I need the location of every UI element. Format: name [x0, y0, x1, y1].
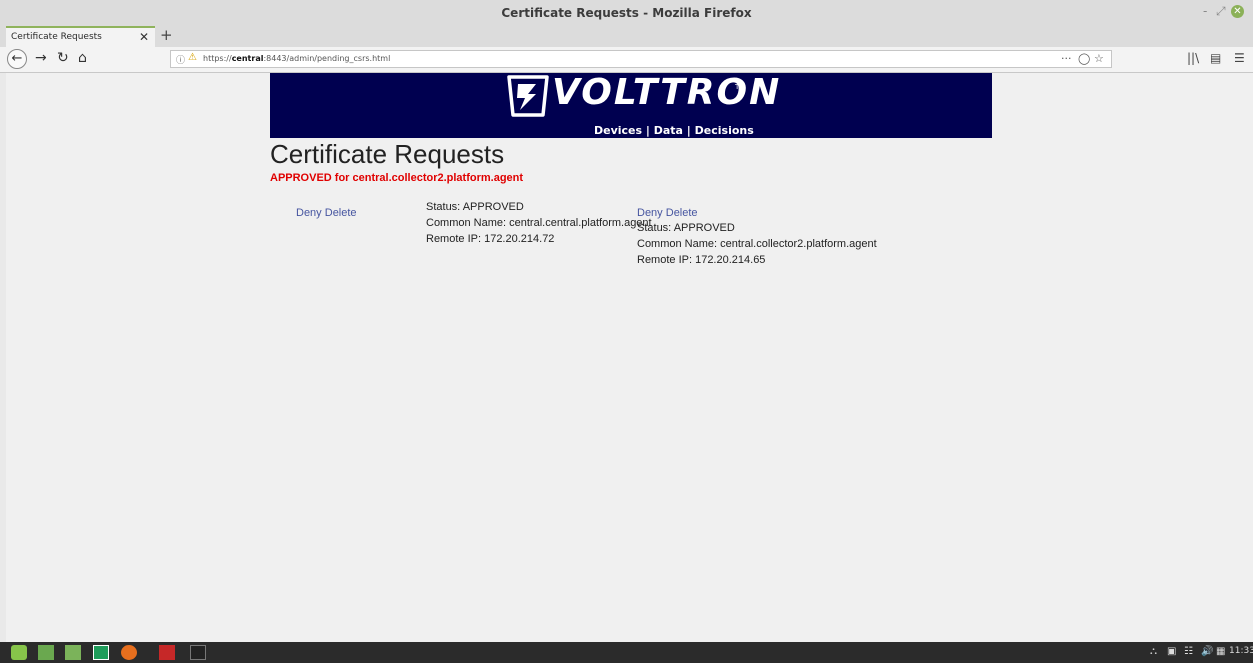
volttron-logo-text: VOLTTRON: [552, 72, 782, 113]
shield-icon[interactable]: ⛬: [1150, 646, 1157, 657]
clock[interactable]: 11:33: [1229, 646, 1253, 656]
window-title: Certificate Requests - Mozilla Firefox: [501, 6, 752, 20]
firefox-icon[interactable]: [121, 645, 137, 660]
tab-label: Certificate Requests: [11, 32, 102, 42]
deny-link[interactable]: Deny: [637, 207, 663, 219]
page-content: VOLTTRON TM Devices | Data | Decisions C…: [6, 72, 1253, 642]
taskbar: ⛬ ▣ ☷ 🔊 ▦ 11:33: [0, 642, 1253, 663]
volume-icon[interactable]: 🔊: [1201, 646, 1213, 657]
mint-menu-icon[interactable]: [11, 645, 27, 660]
maximize-button[interactable]: ⤢: [1216, 4, 1226, 19]
navigation-bar: ← → ↻ ⌂ ⓘ ⚠ https://central:8443/admin/p…: [0, 47, 1253, 73]
volttron-banner: VOLTTRON TM Devices | Data | Decisions: [270, 72, 992, 138]
delete-link[interactable]: Delete: [666, 207, 698, 219]
request-1-info: Status: APPROVED Common Name: central.ce…: [426, 199, 652, 247]
files-icon[interactable]: [65, 645, 81, 660]
new-tab-button[interactable]: +: [160, 26, 173, 44]
delete-link[interactable]: Delete: [325, 207, 357, 219]
clipboard-icon[interactable]: ▦: [1216, 646, 1225, 657]
show-desktop-icon[interactable]: [38, 645, 54, 660]
page-title: Certificate Requests: [270, 139, 505, 169]
terminal-red-icon[interactable]: [159, 645, 175, 660]
update-icon[interactable]: ▣: [1167, 646, 1176, 657]
info-icon[interactable]: ⓘ: [176, 53, 185, 66]
deny-link[interactable]: Deny: [296, 207, 322, 219]
menu-icon[interactable]: ☰: [1234, 51, 1245, 65]
window-titlebar: Certificate Requests - Mozilla Firefox -…: [0, 0, 1253, 26]
insecure-lock-icon[interactable]: ⚠: [188, 52, 197, 63]
reload-button[interactable]: ↻: [57, 50, 69, 66]
close-window-button[interactable]: ✕: [1231, 5, 1244, 18]
request-status: Status: APPROVED: [637, 222, 735, 234]
request-common-name: Common Name: central.collector2.platform…: [637, 238, 877, 250]
tab-bar: Certificate Requests ✕ +: [0, 26, 1253, 47]
request-remote-ip: Remote IP: 172.20.214.72: [426, 233, 555, 245]
page-actions-button[interactable]: ···: [1061, 52, 1072, 65]
request-2-info: Status: APPROVED Common Name: central.co…: [637, 220, 877, 268]
banner-tagline: Devices | Data | Decisions: [594, 124, 754, 137]
request-2-actions: Deny Delete: [637, 207, 698, 219]
tab-certificate-requests[interactable]: Certificate Requests ✕: [6, 26, 155, 47]
bookmark-star-icon[interactable]: ☆: [1094, 52, 1104, 65]
pycharm-icon[interactable]: [93, 645, 109, 660]
network-icon[interactable]: ☷: [1184, 646, 1193, 657]
pocket-icon[interactable]: ◯: [1078, 52, 1090, 65]
home-button[interactable]: ⌂: [78, 50, 87, 66]
url-bar[interactable]: ⓘ ⚠ https://central:8443/admin/pending_c…: [170, 50, 1112, 68]
url-text[interactable]: https://central:8443/admin/pending_csrs.…: [203, 54, 390, 63]
request-1-actions: Deny Delete: [296, 207, 357, 219]
volttron-logo-icon: [507, 75, 549, 117]
trademark-mark: TM: [735, 83, 746, 91]
sidebar-icon[interactable]: ▤: [1210, 51, 1221, 65]
back-button[interactable]: ←: [7, 49, 27, 69]
status-message: APPROVED for central.collector2.platform…: [270, 172, 524, 184]
forward-button[interactable]: →: [35, 50, 47, 66]
minimize-button[interactable]: -: [1203, 4, 1207, 18]
request-common-name: Common Name: central.central.platform.ag…: [426, 217, 652, 229]
library-icon[interactable]: ||\: [1187, 51, 1199, 65]
terminal-icon[interactable]: [190, 645, 206, 660]
request-remote-ip: Remote IP: 172.20.214.65: [637, 254, 766, 266]
request-status: Status: APPROVED: [426, 201, 524, 213]
tab-close-icon[interactable]: ✕: [139, 30, 149, 44]
